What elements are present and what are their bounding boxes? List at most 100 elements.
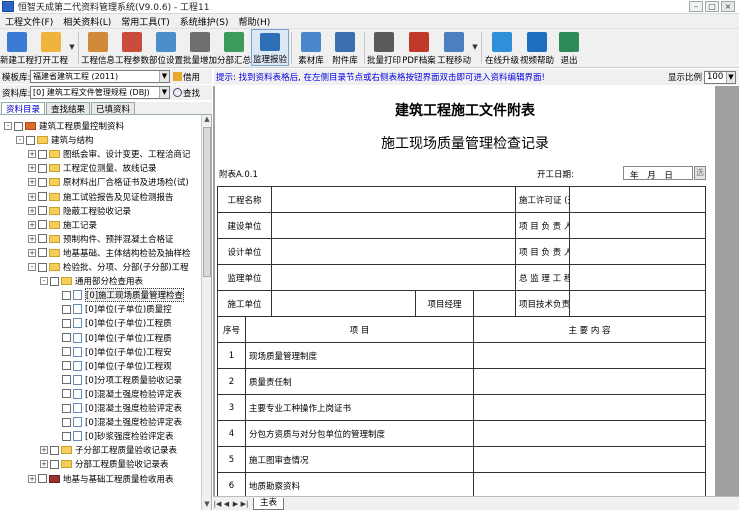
tree-node[interactable]: [0]施工现场质量管理检查 (52, 288, 185, 303)
tree-checkbox[interactable] (62, 290, 71, 300)
tree-node[interactable]: [0]单位(子单位)工程质 (52, 316, 172, 330)
sheet-tab-main[interactable]: 主表 (253, 497, 285, 510)
item-content-input[interactable] (473, 472, 707, 496)
tree-checkbox[interactable] (14, 121, 23, 131)
next-sheet-icon[interactable]: ▶ (231, 500, 240, 508)
tree-checkbox[interactable] (38, 474, 47, 483)
borrow-button[interactable]: 借用 (173, 71, 200, 83)
tree-node[interactable]: [0]单位(子单位)质量控 (52, 302, 172, 316)
toolbar-button-video-help[interactable]: 视频帮助 (520, 29, 554, 66)
expander-icon[interactable]: + (28, 178, 36, 187)
tree-node[interactable]: + 分部工程质量验收记录表 (40, 457, 169, 471)
menu-project-file[interactable]: 工程文件(F) (0, 15, 58, 28)
item-content-input[interactable] (473, 446, 707, 473)
zoom-select[interactable]: 100 ▼ (704, 70, 736, 84)
toolbar-button-material-library[interactable]: 素材库 (294, 29, 328, 66)
tab-filled[interactable]: 已填资料 (91, 102, 136, 115)
tree-node[interactable]: + 图纸会审、设计变更、工程洽商记 (28, 147, 191, 161)
tree-node[interactable]: + 原材料出厂合格证书及进场检(试) (28, 175, 189, 189)
toolbar-button-new-project[interactable]: 新建工程 (0, 29, 34, 66)
start-date-field[interactable]: 年 月 日 (623, 166, 693, 181)
tree-node[interactable]: + 隐蔽工程验收记录 (28, 204, 131, 218)
tree-checkbox[interactable] (38, 149, 47, 159)
first-sheet-icon[interactable]: |◀ (213, 500, 222, 508)
template-select[interactable]: 福建省建筑工程 (2011) ▼ (30, 70, 170, 83)
item-content-input[interactable] (473, 394, 707, 421)
expander-icon[interactable]: - (28, 263, 36, 271)
toolbar-button-exit[interactable]: 退出 (554, 29, 584, 66)
expander-icon[interactable]: + (28, 474, 36, 483)
expander-icon[interactable]: + (28, 234, 36, 243)
tree-node[interactable]: - 检验批、分项、分部(子分部)工程 (28, 260, 189, 274)
tree-checkbox[interactable] (38, 177, 47, 187)
expander-icon[interactable]: + (28, 192, 36, 201)
tree-checkbox[interactable] (62, 403, 71, 413)
input-design-lead[interactable] (569, 238, 707, 265)
menu-maintenance[interactable]: 系统维护(S) (175, 15, 234, 28)
input-tech-lead[interactable] (569, 290, 707, 317)
tree-node[interactable]: + 施工试验报告及见证检测报告 (28, 190, 174, 204)
tree-node[interactable]: [0]砂浆强度检验评定表 (52, 429, 174, 443)
tree-scrollbar[interactable]: ▲ ▼ (201, 115, 211, 510)
toolbar-button-project-params[interactable]: 工程参数 (115, 29, 149, 66)
tree-checkbox[interactable] (50, 445, 59, 455)
tree-checkbox[interactable] (38, 206, 47, 216)
input-build-unit[interactable] (271, 212, 517, 239)
item-content-input[interactable] (473, 368, 707, 395)
tree-checkbox[interactable] (38, 248, 47, 258)
toolbar-button-batch-add[interactable]: 批量增加 (183, 29, 217, 66)
tree-checkbox[interactable] (62, 389, 71, 399)
tree-checkbox[interactable] (38, 220, 47, 230)
minimize-button[interactable]: – (689, 1, 703, 12)
toolbar-button-supervision-inspection[interactable]: 监理报验 (251, 29, 289, 66)
toolbar-button-position-settings[interactable]: 部位设置 (149, 29, 183, 66)
menu-help[interactable]: 帮助(H) (234, 15, 276, 28)
tree-node[interactable]: [0]单位(子单位)工程观 (52, 359, 172, 373)
toolbar-button-online-upgrade[interactable]: 在线升级 (484, 29, 520, 66)
item-content-input[interactable] (473, 420, 707, 447)
tree-checkbox[interactable] (38, 234, 47, 244)
maximize-button[interactable]: □ (705, 1, 719, 12)
tree-node[interactable]: [0]混凝土强度检验评定表 (52, 401, 182, 415)
expander-icon[interactable]: - (40, 277, 48, 286)
tree-checkbox[interactable] (50, 459, 59, 469)
toolbar-button-division-summary[interactable]: 分部汇总 (217, 29, 251, 66)
toolbar-button-project-info[interactable]: 工程信息 (81, 29, 115, 66)
expander-icon[interactable]: + (28, 206, 36, 215)
last-sheet-icon[interactable]: ▶| (240, 500, 249, 508)
tree-node[interactable]: [0]单位(子单位)工程质 (52, 331, 172, 345)
tree-checkbox[interactable] (38, 163, 47, 173)
input-construct-unit[interactable] (271, 290, 417, 317)
tree-node[interactable]: [0]混凝土强度检验评定表 (52, 387, 182, 401)
tree-node[interactable]: + 子分部工程质量验收记录表 (40, 443, 177, 457)
tab-search-results[interactable]: 查找结果 (46, 102, 91, 115)
item-content-input[interactable] (473, 342, 707, 369)
toolbar-button-open-folder[interactable]: 打开工程 (34, 29, 68, 66)
expander-icon[interactable]: + (28, 164, 36, 173)
tree-checkbox[interactable] (38, 192, 47, 201)
tree-checkbox[interactable] (38, 262, 47, 272)
tree-checkbox[interactable] (62, 318, 71, 328)
tree-node[interactable]: [0]分项工程质量验收记录 (52, 373, 182, 387)
toolbar-button-batch-print[interactable]: 批量打印 (367, 29, 401, 66)
input-permit[interactable] (569, 186, 707, 213)
expander-icon[interactable]: + (28, 248, 36, 257)
tree-node[interactable]: + 施工记录 (28, 218, 97, 232)
tree-node[interactable]: - 通用部分检查用表 (40, 274, 143, 288)
input-project-manager[interactable] (473, 290, 517, 317)
tree-checkbox[interactable] (62, 304, 71, 314)
toolbar-button-project-move[interactable]: 工程移动 (437, 29, 471, 66)
tree-checkbox[interactable] (62, 431, 71, 441)
tree-node[interactable]: + 预制构件、预拌混凝土合格证 (28, 232, 174, 246)
menu-tools[interactable]: 常用工具(T) (116, 15, 175, 28)
dropdown-arrow-icon[interactable]: ▼ (471, 43, 479, 51)
tree-node[interactable]: + 地基与基础工程质量检收用表 (28, 472, 174, 486)
library-select[interactable]: [0] 建筑工程文件管理规程 (DBJ) ▼ (30, 86, 170, 99)
expander-icon[interactable]: + (40, 446, 48, 455)
input-project-name[interactable] (271, 186, 517, 213)
tree-node[interactable]: - 建筑与结构 (16, 133, 94, 147)
tree-checkbox[interactable] (26, 135, 35, 145)
tab-catalog[interactable]: 资料目录 (1, 102, 46, 115)
tree-checkbox[interactable] (62, 333, 71, 342)
input-supervise-unit[interactable] (271, 264, 517, 291)
